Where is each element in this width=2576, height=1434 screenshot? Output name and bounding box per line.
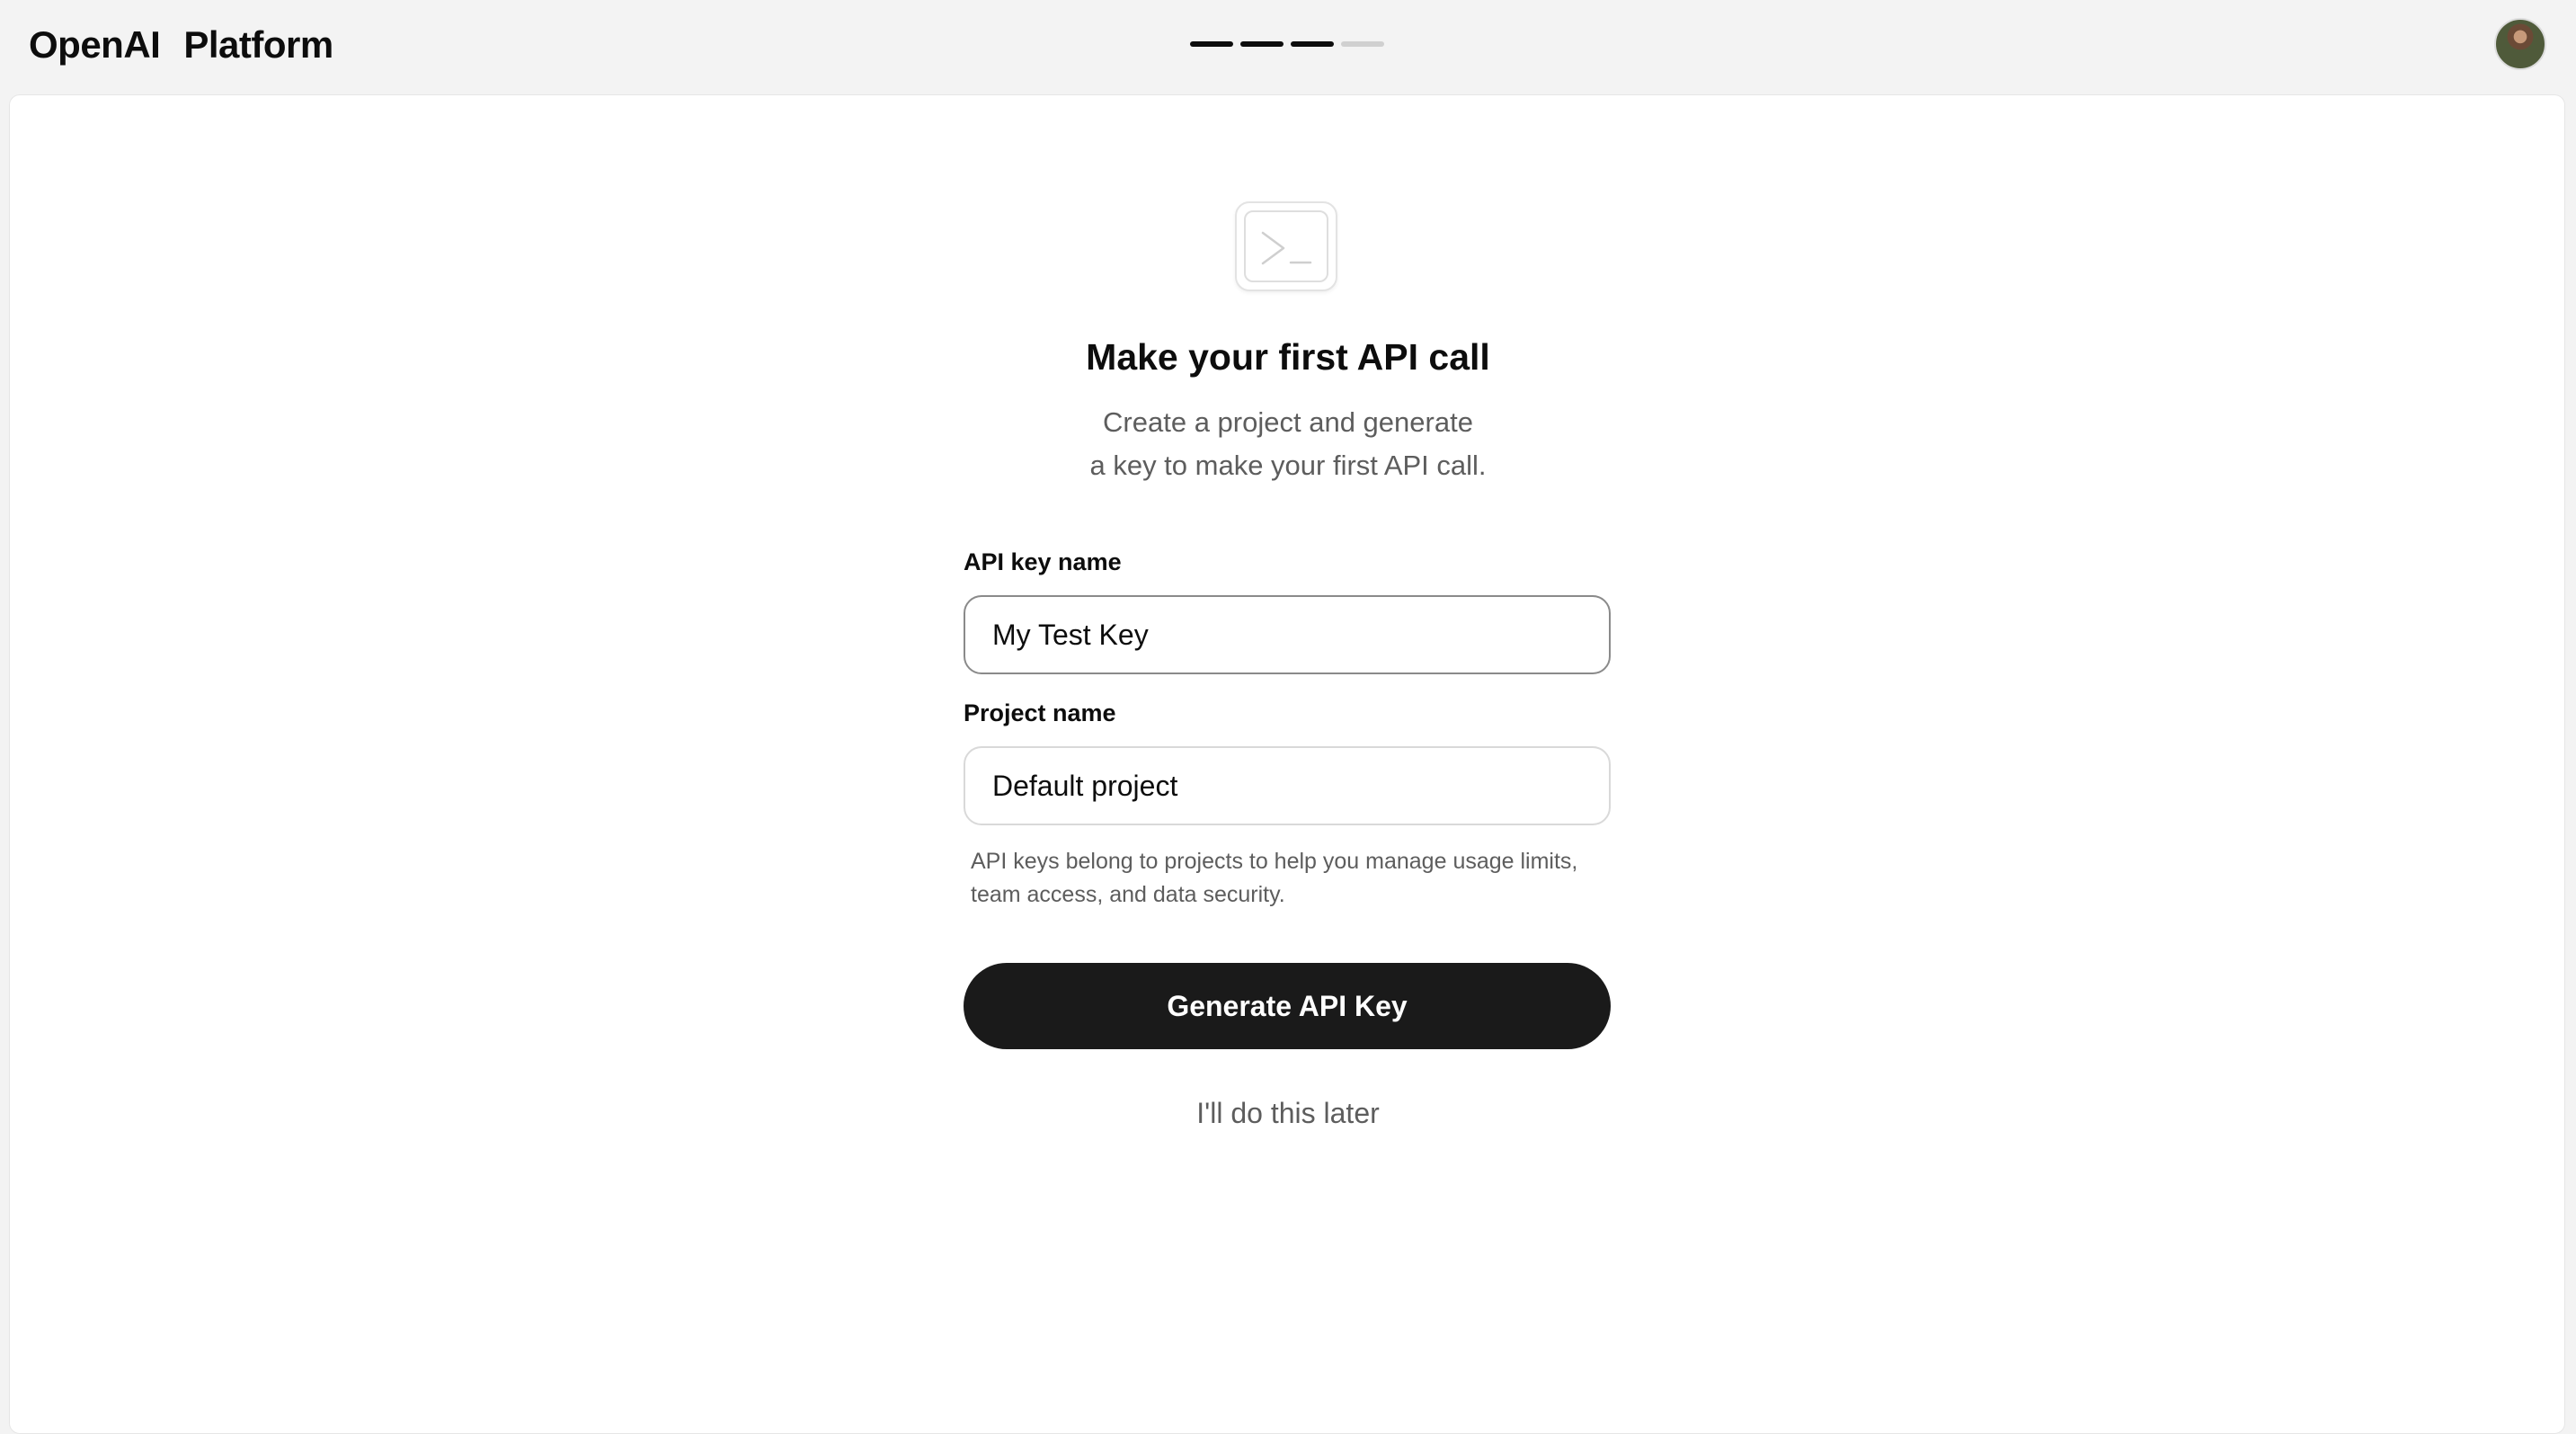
progress-step-1: [1190, 41, 1233, 47]
progress-step-3: [1291, 41, 1334, 47]
api-key-name-value: My Test Key: [992, 618, 1149, 651]
project-name-value: Default project: [992, 769, 1178, 802]
product-name: Platform: [183, 23, 333, 66]
page-title: Make your first API call: [1086, 336, 1490, 378]
terminal-icon: [1235, 201, 1337, 291]
help-text-line-1: API keys belong to projects to help you …: [971, 849, 1578, 874]
api-key-name-input[interactable]: My Test Key: [964, 595, 1611, 674]
progress-step-4: [1341, 41, 1384, 47]
do-this-later-link[interactable]: I'll do this later: [0, 1097, 2576, 1130]
generate-api-key-button[interactable]: Generate API Key: [964, 963, 1611, 1049]
subtitle-line-1: Create a project and generate: [1103, 406, 1473, 438]
project-name-input[interactable]: Default project: [964, 746, 1611, 825]
help-text-line-2: team access, and data security.: [971, 882, 1285, 907]
avatar[interactable]: [2494, 18, 2546, 70]
help-text: API keys belong to projects to help you …: [971, 845, 1618, 912]
page-subtitle: Create a project and generate a key to m…: [0, 401, 2576, 487]
top-bar: OpenAI Platform: [0, 0, 2576, 94]
progress-step-2: [1240, 41, 1284, 47]
subtitle-line-2: a key to make your first API call.: [1089, 450, 1487, 481]
logo[interactable]: OpenAI Platform: [29, 23, 333, 67]
onboarding-progress: [1190, 41, 1384, 47]
api-key-name-label: API key name: [964, 548, 1122, 575]
project-name-label: Project name: [964, 699, 1116, 726]
brand-name: OpenAI: [29, 23, 161, 66]
